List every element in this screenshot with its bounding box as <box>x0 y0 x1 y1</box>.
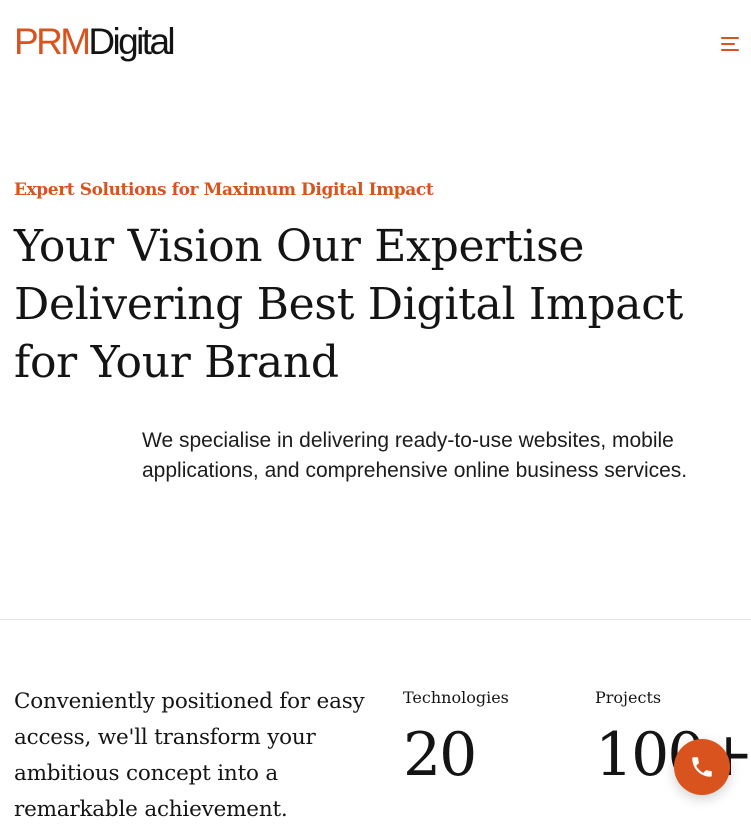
phone-icon <box>692 757 712 777</box>
menu-button[interactable] <box>716 32 744 56</box>
stat-label: Technologies <box>403 688 509 707</box>
hero-title: Your Vision Our Expertise Delivering Bes… <box>14 221 683 388</box>
call-button[interactable] <box>674 739 730 795</box>
section-divider <box>0 619 751 620</box>
stat-label: Projects <box>595 688 662 707</box>
about-text: Conveniently positioned for easy access,… <box>14 689 365 822</box>
stat-technologies: Technologies 20 <box>403 684 509 790</box>
logo-suffix: Digital <box>88 21 175 62</box>
hamburger-menu-icon <box>721 37 739 51</box>
stat-value: 20 <box>403 720 477 790</box>
site-header: PRMDigital <box>0 0 751 84</box>
logo[interactable]: PRMDigital <box>14 18 176 66</box>
hero-eyebrow: Expert Solutions for Maximum Digital Imp… <box>14 180 434 200</box>
hero-description: We specialise in delivering ready-to-use… <box>142 429 688 482</box>
logo-brand: PRM <box>14 21 91 62</box>
